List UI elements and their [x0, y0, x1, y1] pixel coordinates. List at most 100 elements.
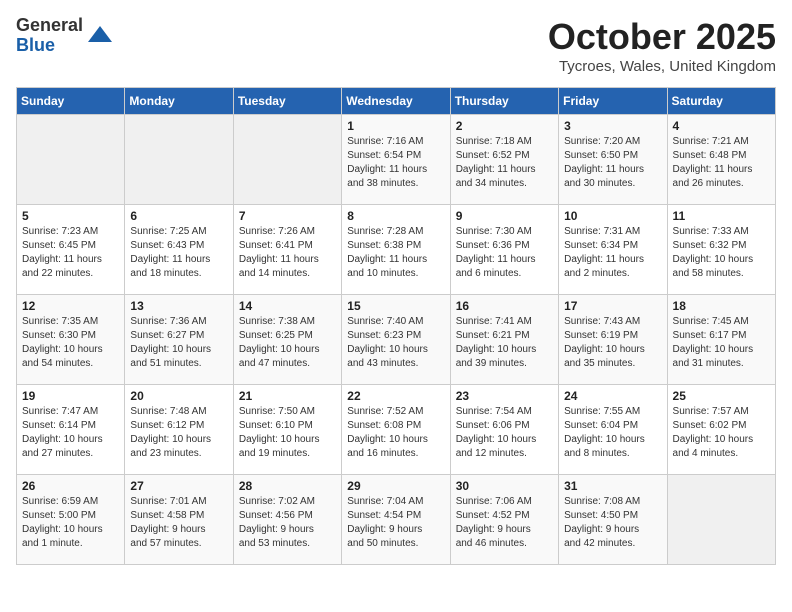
- day-number: 25: [673, 389, 770, 403]
- day-number: 31: [564, 479, 661, 493]
- calendar-cell: 30 Sunrise: 7:06 AMSunset: 4:52 PMDayligh…: [450, 475, 558, 565]
- calendar-cell: 25Sunrise: 7:57 AMSunset: 6:02 PMDayligh…: [667, 385, 775, 475]
- calendar-week-row: 12 Sunrise: 7:35 AMSunset: 6:30 PMDayligh…: [17, 295, 776, 385]
- day-content: Sunrise: 7:30 AMSunset: 6:36 PMDaylight:…: [456, 225, 553, 281]
- calendar-cell: 1Sunrise: 7:16 AMSunset: 6:54 PMDaylight…: [342, 115, 450, 205]
- day-content: Sunrise: 7:21 AMSunset: 6:48 PMDaylight:…: [673, 135, 770, 191]
- day-number: 24: [564, 389, 661, 403]
- calendar-cell: 9 Sunrise: 7:30 AMSunset: 6:36 PMDaylight…: [450, 205, 558, 295]
- calendar-cell: 2 Sunrise: 7:18 AMSunset: 6:52 PMDaylight…: [450, 115, 558, 205]
- calendar-week-row: 19Sunrise: 7:47 AMSunset: 6:14 PMDayligh…: [17, 385, 776, 475]
- day-content: Sunrise: 7:35 AMSunset: 6:30 PMDaylight:…: [22, 315, 119, 371]
- calendar-cell: 6Sunrise: 7:25 AMSunset: 6:43 PMDaylight…: [125, 205, 233, 295]
- title-block: October 2025 Tycroes, Wales, United King…: [548, 16, 776, 75]
- day-number: 13: [130, 299, 227, 313]
- day-number: 9: [456, 209, 553, 223]
- day-content: Sunrise: 7:16 AMSunset: 6:54 PMDaylight:…: [347, 135, 444, 191]
- day-content: Sunrise: 7:41 AMSunset: 6:21 PMDaylight:…: [456, 315, 553, 371]
- calendar-cell: 14 Sunrise: 7:38 AMSunset: 6:25 PMDayligh…: [233, 295, 341, 385]
- calendar-cell: 11 Sunrise: 7:33 AMSunset: 6:32 PMDayligh…: [667, 205, 775, 295]
- calendar-cell: 15 Sunrise: 7:40 AMSunset: 6:23 PMDayligh…: [342, 295, 450, 385]
- day-content: Sunrise: 7:04 AMSunset: 4:54 PMDaylight:…: [347, 495, 444, 551]
- calendar-week-row: 26 Sunrise: 6:59 AMSunset: 5:00 PMDayligh…: [17, 475, 776, 565]
- day-content: Sunrise: 7:06 AMSunset: 4:52 PMDaylight:…: [456, 495, 553, 551]
- day-content: Sunrise: 6:59 AMSunset: 5:00 PMDaylight:…: [22, 495, 119, 551]
- calendar-cell: 27Sunrise: 7:01 AMSunset: 4:58 PMDayligh…: [125, 475, 233, 565]
- day-number: 26: [22, 479, 119, 493]
- day-number: 5: [22, 209, 119, 223]
- day-content: Sunrise: 7:25 AMSunset: 6:43 PMDaylight:…: [130, 225, 227, 281]
- calendar-cell: [125, 115, 233, 205]
- day-content: Sunrise: 7:40 AMSunset: 6:23 PMDaylight:…: [347, 315, 444, 371]
- day-number: 16: [456, 299, 553, 313]
- weekday-header: Thursday: [450, 88, 558, 115]
- location: Tycroes, Wales, United Kingdom: [548, 58, 776, 75]
- day-content: Sunrise: 7:18 AMSunset: 6:52 PMDaylight:…: [456, 135, 553, 191]
- day-content: Sunrise: 7:36 AMSunset: 6:27 PMDaylight:…: [130, 315, 227, 371]
- day-content: Sunrise: 7:01 AMSunset: 4:58 PMDaylight:…: [130, 495, 227, 551]
- calendar-cell: [233, 115, 341, 205]
- day-number: 17: [564, 299, 661, 313]
- calendar-cell: 17 Sunrise: 7:43 AMSunset: 6:19 PMDayligh…: [559, 295, 667, 385]
- day-number: 21: [239, 389, 336, 403]
- day-number: 28: [239, 479, 336, 493]
- weekday-header: Saturday: [667, 88, 775, 115]
- calendar-cell: 4 Sunrise: 7:21 AMSunset: 6:48 PMDaylight…: [667, 115, 775, 205]
- calendar-cell: [17, 115, 125, 205]
- calendar-cell: 18 Sunrise: 7:45 AMSunset: 6:17 PMDayligh…: [667, 295, 775, 385]
- day-content: Sunrise: 7:08 AMSunset: 4:50 PMDaylight:…: [564, 495, 661, 551]
- month-title: October 2025: [548, 16, 776, 58]
- day-content: Sunrise: 7:48 AMSunset: 6:12 PMDaylight:…: [130, 405, 227, 461]
- logo-text: General Blue: [16, 16, 83, 56]
- calendar-cell: 5 Sunrise: 7:23 AMSunset: 6:45 PMDaylight…: [17, 205, 125, 295]
- day-content: Sunrise: 7:23 AMSunset: 6:45 PMDaylight:…: [22, 225, 119, 281]
- calendar-week-row: 1Sunrise: 7:16 AMSunset: 6:54 PMDaylight…: [17, 115, 776, 205]
- weekday-header: Monday: [125, 88, 233, 115]
- day-number: 14: [239, 299, 336, 313]
- calendar-cell: 20Sunrise: 7:48 AMSunset: 6:12 PMDayligh…: [125, 385, 233, 475]
- day-number: 18: [673, 299, 770, 313]
- day-number: 10: [564, 209, 661, 223]
- day-number: 12: [22, 299, 119, 313]
- day-number: 2: [456, 119, 553, 133]
- calendar-cell: 28Sunrise: 7:02 AMSunset: 4:56 PMDayligh…: [233, 475, 341, 565]
- weekday-header: Sunday: [17, 88, 125, 115]
- page-header: General Blue October 2025 Tycroes, Wales…: [16, 16, 776, 75]
- calendar-cell: 8Sunrise: 7:28 AMSunset: 6:38 PMDaylight…: [342, 205, 450, 295]
- day-content: Sunrise: 7:31 AMSunset: 6:34 PMDaylight:…: [564, 225, 661, 281]
- weekday-header: Tuesday: [233, 88, 341, 115]
- calendar-cell: 21 Sunrise: 7:50 AMSunset: 6:10 PMDayligh…: [233, 385, 341, 475]
- calendar-cell: 23Sunrise: 7:54 AMSunset: 6:06 PMDayligh…: [450, 385, 558, 475]
- day-number: 4: [673, 119, 770, 133]
- day-content: Sunrise: 7:52 AMSunset: 6:08 PMDaylight:…: [347, 405, 444, 461]
- calendar-cell: 10 Sunrise: 7:31 AMSunset: 6:34 PMDayligh…: [559, 205, 667, 295]
- calendar-cell: 16 Sunrise: 7:41 AMSunset: 6:21 PMDayligh…: [450, 295, 558, 385]
- calendar-cell: 7Sunrise: 7:26 AMSunset: 6:41 PMDaylight…: [233, 205, 341, 295]
- calendar-cell: 26 Sunrise: 6:59 AMSunset: 5:00 PMDayligh…: [17, 475, 125, 565]
- day-number: 30: [456, 479, 553, 493]
- logo-blue: Blue: [16, 36, 83, 56]
- calendar-cell: 22 Sunrise: 7:52 AMSunset: 6:08 PMDayligh…: [342, 385, 450, 475]
- day-content: Sunrise: 7:50 AMSunset: 6:10 PMDaylight:…: [239, 405, 336, 461]
- day-number: 22: [347, 389, 444, 403]
- logo-icon: [86, 22, 114, 50]
- day-content: Sunrise: 7:28 AMSunset: 6:38 PMDaylight:…: [347, 225, 444, 281]
- calendar-header-row: SundayMondayTuesdayWednesdayThursdayFrid…: [17, 88, 776, 115]
- weekday-header: Friday: [559, 88, 667, 115]
- calendar-cell: 29Sunrise: 7:04 AMSunset: 4:54 PMDayligh…: [342, 475, 450, 565]
- day-number: 15: [347, 299, 444, 313]
- calendar-week-row: 5 Sunrise: 7:23 AMSunset: 6:45 PMDaylight…: [17, 205, 776, 295]
- day-content: Sunrise: 7:45 AMSunset: 6:17 PMDaylight:…: [673, 315, 770, 371]
- day-content: Sunrise: 7:54 AMSunset: 6:06 PMDaylight:…: [456, 405, 553, 461]
- calendar-cell: 31 Sunrise: 7:08 AMSunset: 4:50 PMDayligh…: [559, 475, 667, 565]
- calendar-cell: 19Sunrise: 7:47 AMSunset: 6:14 PMDayligh…: [17, 385, 125, 475]
- day-content: Sunrise: 7:43 AMSunset: 6:19 PMDaylight:…: [564, 315, 661, 371]
- calendar-cell: 3Sunrise: 7:20 AMSunset: 6:50 PMDaylight…: [559, 115, 667, 205]
- day-content: Sunrise: 7:55 AMSunset: 6:04 PMDaylight:…: [564, 405, 661, 461]
- calendar-cell: 13 Sunrise: 7:36 AMSunset: 6:27 PMDayligh…: [125, 295, 233, 385]
- calendar-cell: 12 Sunrise: 7:35 AMSunset: 6:30 PMDayligh…: [17, 295, 125, 385]
- day-number: 11: [673, 209, 770, 223]
- calendar-cell: [667, 475, 775, 565]
- day-content: Sunrise: 7:33 AMSunset: 6:32 PMDaylight:…: [673, 225, 770, 281]
- day-content: Sunrise: 7:38 AMSunset: 6:25 PMDaylight:…: [239, 315, 336, 371]
